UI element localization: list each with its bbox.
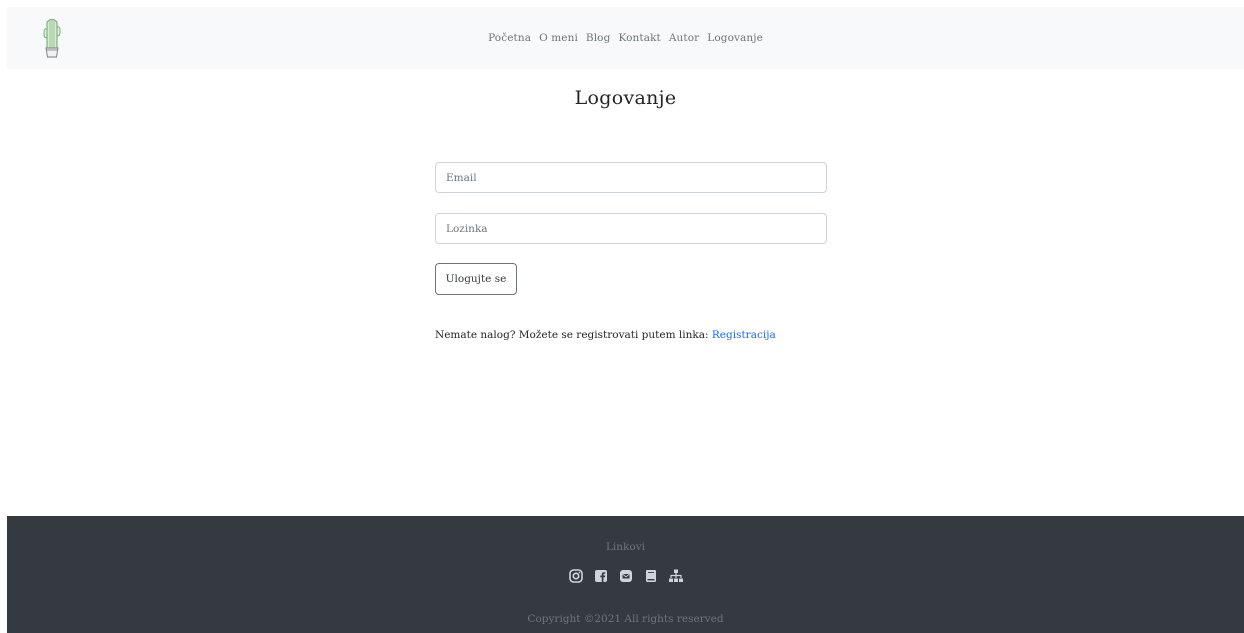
password-field[interactable] bbox=[435, 213, 827, 244]
facebook-icon bbox=[594, 570, 607, 582]
sitemap-link[interactable] bbox=[668, 568, 684, 584]
email-field[interactable] bbox=[435, 162, 827, 193]
instagram-icon bbox=[568, 569, 583, 583]
nav-item-logovanje[interactable]: Logovanje bbox=[703, 32, 767, 44]
main-nav: Početna O meni Blog Kontakt Autor Logova… bbox=[7, 7, 1244, 69]
page-title: Logovanje bbox=[574, 87, 677, 109]
sitemap-icon bbox=[668, 569, 683, 582]
footer-links bbox=[7, 568, 1244, 584]
documentation-link[interactable] bbox=[643, 568, 659, 584]
instagram-link[interactable] bbox=[568, 568, 584, 584]
nav-item-o-meni[interactable]: O meni bbox=[535, 32, 582, 44]
page: Početna O meni Blog Kontakt Autor Logova… bbox=[7, 7, 1244, 633]
facebook-link[interactable] bbox=[593, 568, 609, 584]
contact-link[interactable] bbox=[618, 568, 634, 584]
copyright-text: Copyright ©2021 All rights reserved bbox=[527, 613, 724, 625]
nav-item-blog[interactable]: Blog bbox=[582, 32, 615, 44]
register-text: Nemate nalog? Možete se registrovati put… bbox=[435, 329, 712, 341]
contact-icon bbox=[619, 570, 632, 582]
register-link[interactable]: Registracija bbox=[712, 329, 776, 341]
book-icon bbox=[645, 570, 656, 582]
nav-item-pocetna[interactable]: Početna bbox=[484, 32, 535, 44]
navbar: Početna O meni Blog Kontakt Autor Logova… bbox=[7, 7, 1244, 69]
register-prompt: Nemate nalog? Možete se registrovati put… bbox=[435, 329, 776, 341]
login-button[interactable]: Ulogujte se bbox=[435, 263, 517, 295]
nav-item-kontakt[interactable]: Kontakt bbox=[614, 32, 664, 44]
footer-title: Linkovi bbox=[605, 541, 646, 553]
footer: Linkovi Copyright ©2021 All rights reser… bbox=[7, 516, 1244, 633]
nav-item-autor[interactable]: Autor bbox=[665, 32, 703, 44]
